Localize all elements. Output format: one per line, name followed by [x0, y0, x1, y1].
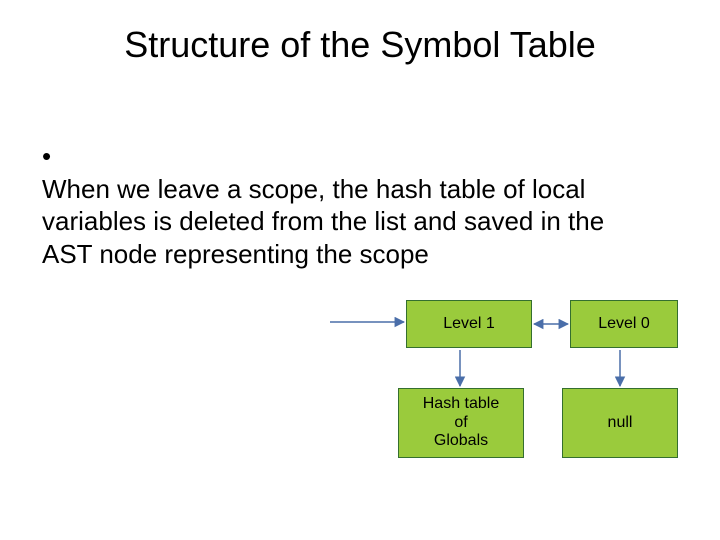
- box-level-0: Level 0: [570, 300, 678, 348]
- bullet-text: When we leave a scope, the hash table of…: [42, 173, 632, 271]
- bullet-item: • When we leave a scope, the hash table …: [42, 140, 662, 270]
- box-level-1: Level 1: [406, 300, 532, 348]
- box-hash-table-globals: Hash tableofGlobals: [398, 388, 524, 458]
- slide-title: Structure of the Symbol Table: [0, 24, 720, 66]
- diagram: Level 1 Level 0 Hash tableofGlobals null: [0, 0, 720, 540]
- bullet-dot: •: [42, 140, 66, 173]
- box-null: null: [562, 388, 678, 458]
- diagram-arrows: [0, 0, 720, 540]
